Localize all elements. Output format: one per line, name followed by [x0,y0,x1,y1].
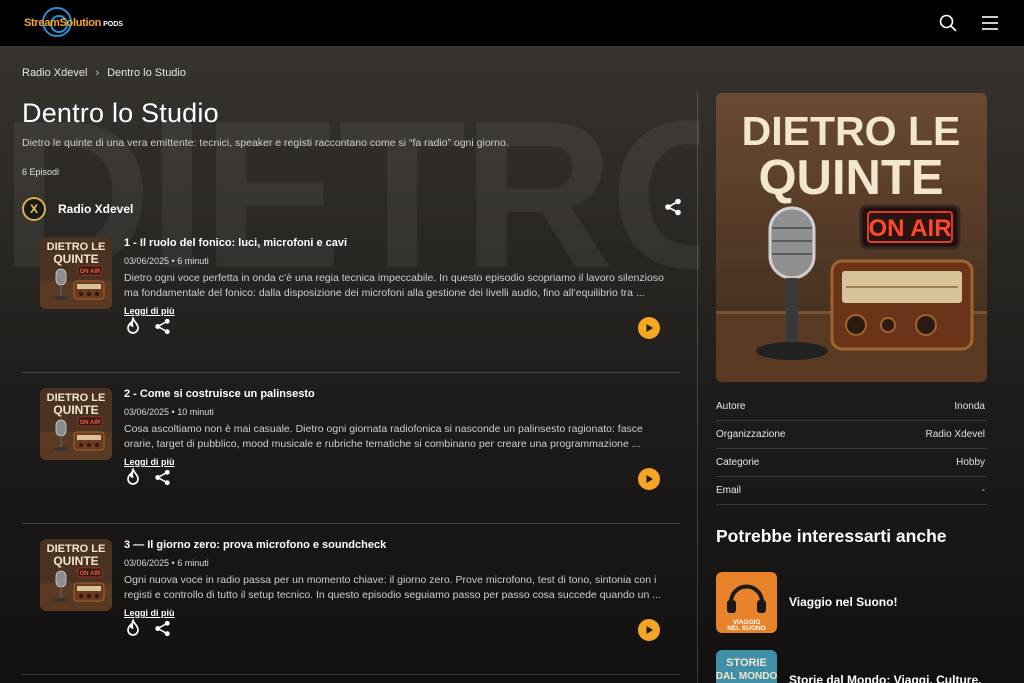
podcast-cover: DIETRO LE QUINTE ON AIR [716,93,987,382]
author-name[interactable]: Radio Xdevel [58,202,133,216]
play-icon [646,324,653,332]
related-item[interactable]: VIAGGIO NEL SUONO Viaggio nel Suono! [716,572,987,633]
info-value: Radio Xdevel [925,429,985,440]
related-heading: Potrebbe interessarti anche [716,526,947,546]
read-more-link[interactable]: Leggi di più [124,457,175,467]
info-label: Organizzazione [716,429,786,440]
svg-text:QUINTE: QUINTE [53,252,98,266]
svg-text:DAL MONDO: DAL MONDO [716,671,777,682]
info-value: Inonda [954,401,985,412]
info-row-author: Autore Inonda [716,393,987,421]
svg-text:QUINTE: QUINTE [758,151,943,205]
svg-text:DIETRO LE: DIETRO LE [742,108,961,154]
play-icon [646,626,653,634]
episode-item: DIETRO LE QUINTE ON AIR 3 — Il giorno ze… [22,525,680,675]
episode-meta: 03/06/2025 • 6 minuti [124,256,209,266]
related-thumbnail[interactable]: VIAGGIO NEL SUONO [716,572,777,633]
share-icon[interactable] [154,318,171,340]
menu-icon[interactable] [980,13,1000,33]
info-value: - [981,485,985,496]
fire-icon[interactable] [124,466,142,491]
episode-meta: 03/06/2025 • 6 minuti [124,558,209,568]
breadcrumb: Radio Xdevel › Dentro lo Studio [22,67,186,79]
breadcrumb-parent[interactable]: Radio Xdevel [22,67,87,79]
page-title: Dentro lo Studio [22,98,219,128]
play-button[interactable] [638,468,660,490]
column-divider [697,92,698,683]
episode-thumbnail[interactable]: DIETRO LE QUINTE ON AIR [40,388,112,460]
related-title[interactable]: Viaggio nel Suono! [789,594,897,611]
info-row-organization: Organizzazione Radio Xdevel [716,421,987,449]
read-more-link[interactable]: Leggi di più [124,608,175,618]
episode-thumbnail[interactable]: DIETRO LE QUINTE ON AIR [40,237,112,309]
episode-description: Cosa ascoltiamo non è mai casuale. Dietr… [124,423,643,450]
breadcrumb-current: Dentro lo Studio [107,67,186,79]
info-row-categories: Categorie Hobby [716,449,987,477]
episode-meta: 03/06/2025 • 10 minuti [124,407,214,417]
top-bar: StreamSolution PODS [0,0,1024,46]
brand-name: StreamSolution [24,17,102,29]
episode-item: DIETRO LE QUINTE ON AIR 2 - Come si cost… [22,374,680,524]
svg-text:ON AIR: ON AIR [80,269,101,275]
play-button[interactable] [638,317,660,339]
episode-thumbnail[interactable]: DIETRO LE QUINTE ON AIR [40,539,112,611]
svg-text:ON AIR: ON AIR [80,420,101,426]
svg-text:ON AIR: ON AIR [868,215,951,242]
play-icon [646,475,653,483]
svg-text:ON AIR: ON AIR [80,571,101,577]
info-label: Categorie [716,457,760,468]
podcast-description: Dietro le quinte di una vera emittente: … [22,137,509,149]
svg-text:NEL SUONO: NEL SUONO [727,625,766,632]
info-label: Email [716,485,742,496]
search-icon[interactable] [938,13,958,33]
episode-count: 6 Episodi [22,167,60,177]
podcast-info: Autore Inonda Organizzazione Radio Xdeve… [716,393,987,505]
svg-text:QUINTE: QUINTE [53,403,98,417]
episode-title[interactable]: 3 — Il giorno zero: prova microfono e so… [124,539,669,551]
svg-text:STORIE: STORIE [726,657,767,669]
episode-description: Ogni nuova voce in radio passa per un mo… [124,574,661,601]
fire-icon[interactable] [124,315,142,340]
info-label: Autore [716,401,746,412]
episode-title[interactable]: 1 - Il ruolo del fonico: luci, microfoni… [124,237,669,249]
related-title[interactable]: Storie dal Mondo: Viaggi, Culture, [789,672,981,683]
author-row: X Radio Xdevel [22,197,682,221]
brand-logo[interactable]: StreamSolution PODS [24,0,123,46]
author-avatar[interactable]: X [22,197,46,221]
related-thumbnail[interactable]: STORIE DAL MONDO [716,650,777,683]
episode-description: Dietro ogni voce perfetta in onda c’è un… [124,272,664,299]
play-button[interactable] [638,619,660,641]
share-icon[interactable] [154,469,171,491]
info-row-email: Email - [716,477,987,505]
read-more-link[interactable]: Leggi di più [124,306,175,316]
chevron-right-icon: › [95,67,100,79]
share-icon[interactable] [154,620,171,642]
episode-title[interactable]: 2 - Come si costruisce un palinsesto [124,388,669,400]
related-item[interactable]: STORIE DAL MONDO Storie dal Mondo: Viagg… [716,650,987,683]
share-icon[interactable] [664,198,682,221]
svg-text:QUINTE: QUINTE [53,554,98,568]
episode-item: DIETRO LE QUINTE ON AIR 1 - Il ruolo del… [22,223,680,373]
info-value: Hobby [956,457,985,468]
fire-icon[interactable] [124,617,142,642]
brand-sub: PODS [103,20,123,28]
